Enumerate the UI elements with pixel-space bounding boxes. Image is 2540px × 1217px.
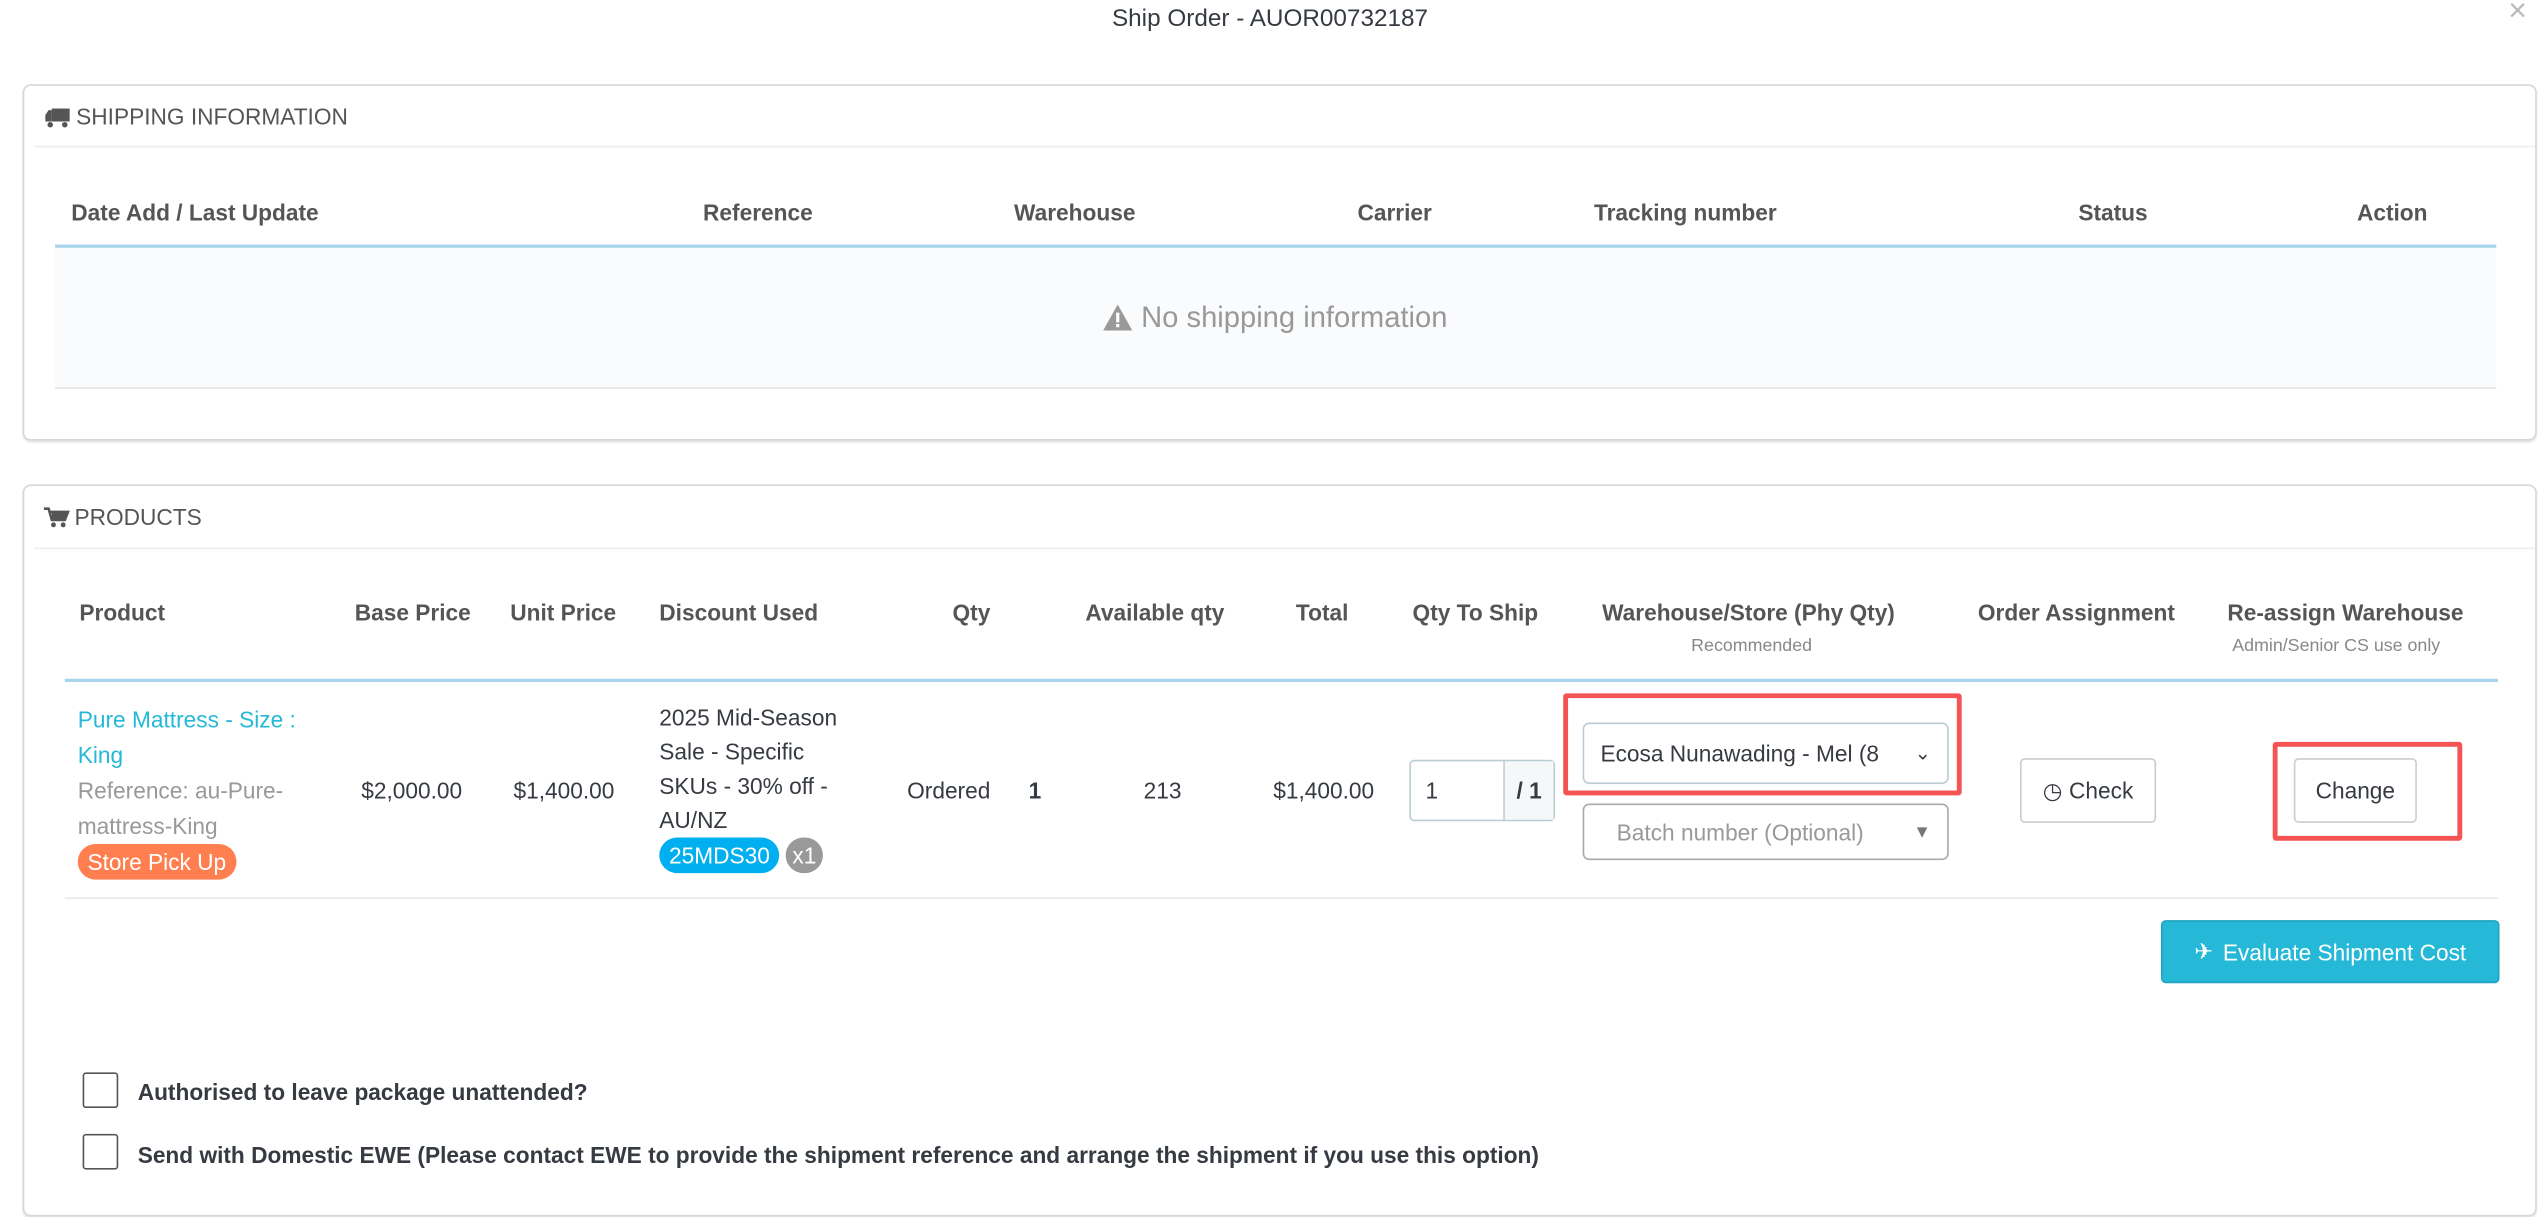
- col-qty-to-ship: Qty To Ship: [1412, 599, 1539, 626]
- unit-price: $1,400.00: [513, 777, 615, 804]
- truck-icon: [45, 107, 70, 127]
- domestic-ewe-label: Send with Domestic EWE (Please contact E…: [137, 1142, 1539, 1168]
- col-warehouse-store: Warehouse/Store (Phy Qty): [1602, 599, 1895, 626]
- shipping-heading: SHIPPING INFORMATION: [76, 103, 348, 130]
- close-icon[interactable]: ×: [2508, 0, 2527, 31]
- shipping-panel-header: SHIPPING INFORMATION: [44, 104, 348, 130]
- cart-icon: [43, 506, 70, 527]
- batch-number-select[interactable]: Batch number (Optional) ▼: [1582, 803, 1949, 861]
- reassign-subheader: Admin/Senior CS use only: [2232, 636, 2441, 657]
- change-button[interactable]: Change: [2293, 758, 2417, 823]
- col-reassign: Re-assign Warehouse: [2227, 599, 2464, 626]
- shipping-information-panel: SHIPPING INFORMATION Date Add / Last Upd…: [22, 84, 2537, 441]
- clock-icon: ◷: [2042, 776, 2063, 803]
- products-panel-header: PRODUCTS: [43, 503, 202, 530]
- col-discount: Discount Used: [659, 599, 819, 626]
- discount-code-badge: 25MDS30: [659, 837, 780, 874]
- qty-to-ship-group: 1 / 1: [1409, 759, 1556, 822]
- qty-value: 1: [1028, 777, 1042, 804]
- available-qty: 213: [1143, 777, 1182, 804]
- col-tracking: Tracking number: [1593, 199, 1777, 226]
- products-panel: PRODUCTS: [22, 484, 2537, 1217]
- chevron-down-icon: ⌄: [1914, 741, 1931, 765]
- col-date: Date Add / Last Update: [71, 199, 319, 226]
- qty-label: Ordered: [907, 777, 991, 804]
- leave-unattended-label: Authorised to leave package unattended?: [137, 1078, 588, 1105]
- col-reference: Reference: [703, 199, 813, 226]
- col-qty: Qty: [952, 599, 991, 626]
- check-button[interactable]: ◷ Check: [2020, 758, 2157, 823]
- col-available: Available qty: [1085, 599, 1225, 626]
- col-carrier: Carrier: [1357, 199, 1432, 226]
- col-action: Action: [2356, 199, 2428, 226]
- evaluate-shipment-cost-button[interactable]: ✈ Evaluate Shipment Cost: [2160, 920, 2500, 984]
- col-warehouse: Warehouse: [1014, 199, 1136, 226]
- plane-icon: ✈: [2194, 937, 2214, 964]
- warehouse-select[interactable]: Ecosa Nunawading - Mel (8 ⌄: [1582, 722, 1949, 785]
- warehouse-subheader: Recommended: [1691, 636, 1813, 657]
- leave-unattended-checkbox[interactable]: [82, 1072, 119, 1109]
- total: $1,400.00: [1273, 777, 1375, 804]
- col-total: Total: [1295, 599, 1349, 626]
- qty-to-ship-input[interactable]: 1: [1411, 761, 1505, 820]
- product-cell: Pure Mattress - Size : King Reference: au…: [77, 701, 296, 880]
- col-order-assignment: Order Assignment: [1977, 599, 2175, 626]
- warning-icon: [1103, 304, 1134, 331]
- dialog-title: Ship Order - AUOR00732187: [1111, 4, 1429, 33]
- domestic-ewe-checkbox[interactable]: [82, 1133, 119, 1170]
- products-heading: PRODUCTS: [74, 503, 202, 530]
- discount-cell: 2025 Mid-Season Sale - Specific SKUs - 30%…: [659, 701, 837, 874]
- empty-state: No shipping information: [55, 247, 2497, 389]
- discount-count-badge: x1: [785, 837, 823, 874]
- qty-of: / 1: [1504, 761, 1554, 820]
- base-price: $2,000.00: [361, 777, 463, 804]
- empty-text: No shipping information: [1141, 300, 1448, 333]
- product-link[interactable]: Pure Mattress - Size : King: [78, 701, 296, 772]
- col-base-price: Base Price: [354, 599, 471, 626]
- store-pickup-badge: Store Pick Up: [77, 843, 236, 880]
- col-unit-price: Unit Price: [510, 599, 617, 626]
- product-reference: Reference: au-Pure-mattress-King: [77, 777, 284, 840]
- caret-down-icon: ▼: [1913, 822, 1931, 842]
- col-product: Product: [79, 599, 166, 626]
- col-status: Status: [2078, 199, 2148, 226]
